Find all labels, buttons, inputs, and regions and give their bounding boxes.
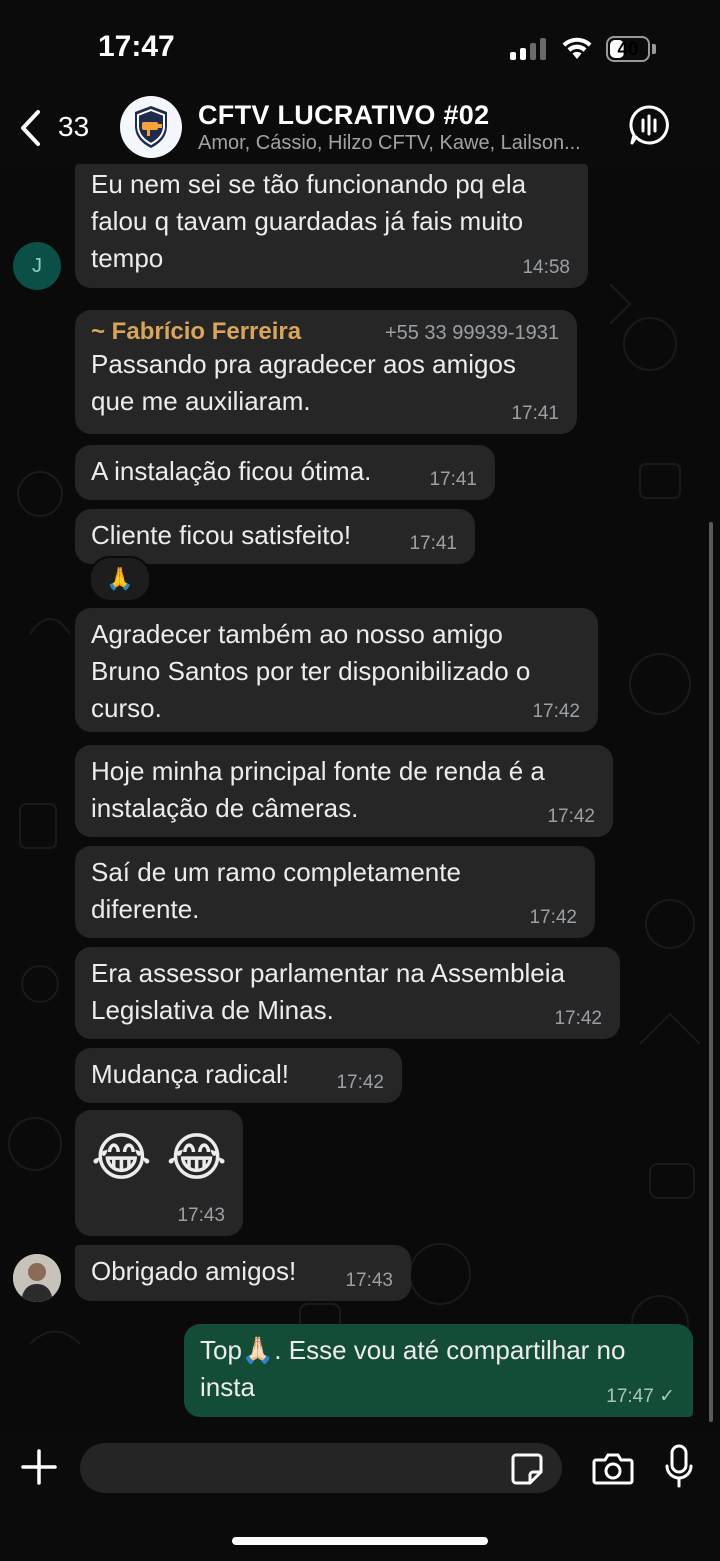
battery-icon: 40 <box>606 36 650 62</box>
security-camera-icon <box>135 106 167 148</box>
group-call-icon[interactable] <box>628 104 670 146</box>
message-bubble[interactable]: Agradecer também ao nosso amigo Bruno Sa… <box>75 608 598 732</box>
message-bubble[interactable]: Mudança radical! 17:42 <box>75 1048 402 1103</box>
message-time: 17:42 <box>529 907 577 928</box>
cellular-signal-icon <box>510 38 548 60</box>
message-bubble[interactable]: Era assessor parlamentar na Assembleia L… <box>75 947 620 1039</box>
message-text: Cliente ficou satisfeito! <box>91 520 352 550</box>
message-input[interactable] <box>80 1443 562 1493</box>
message-text: Agradecer também ao nosso amigo Bruno Sa… <box>91 619 531 723</box>
message-time: 17:42 <box>532 701 580 722</box>
message-time: 17:41 <box>511 403 559 424</box>
wifi-icon <box>562 37 592 59</box>
sticker-icon[interactable] <box>510 1452 544 1486</box>
camera-icon[interactable] <box>592 1450 634 1486</box>
message-time: 17:43 <box>177 1205 225 1226</box>
scrollbar[interactable] <box>709 522 713 1422</box>
message-text: Saí de um ramo completamente diferente. <box>91 857 461 924</box>
status-bar: 17:47 40 <box>0 0 720 96</box>
message-time: 17:41 <box>409 533 457 554</box>
message-time: 17:42 <box>547 806 595 827</box>
message-text: Passando pra agradecer aos amigos que me… <box>91 349 516 416</box>
chat-header: 33 CFTV LUCRATIVO #02 Amor, Cássio, Hilz… <box>0 96 720 164</box>
group-avatar[interactable] <box>120 96 182 158</box>
message-reaction[interactable]: 🙏 <box>89 556 151 602</box>
unread-count[interactable]: 33 <box>58 111 89 143</box>
message-text: Hoje minha principal fonte de renda é a … <box>91 756 545 823</box>
message-bubble[interactable]: Eu nem sei se tão funcionando pq ela fal… <box>75 164 588 288</box>
message-bubble[interactable]: ~ Fabrício Ferreira +55 33 99939-1931 Pa… <box>75 310 577 434</box>
group-name[interactable]: CFTV LUCRATIVO #02 <box>198 100 489 131</box>
message-bubble[interactable]: 😂 😂 17:43 <box>75 1110 243 1236</box>
message-time-read: 17:47 ✓ <box>606 1386 675 1407</box>
message-bubble[interactable]: Saí de um ramo completamente diferente. … <box>75 846 595 938</box>
outgoing-message-bubble[interactable]: Top🙏🏻. Esse vou até compartilhar no inst… <box>184 1324 693 1417</box>
message-bubble[interactable]: Hoje minha principal fonte de renda é a … <box>75 745 613 837</box>
message-time: 17:43 <box>345 1270 393 1291</box>
chat-area[interactable]: J Eu nem sei se tão funcionando pq ela f… <box>0 164 720 1430</box>
group-members[interactable]: Amor, Cássio, Hilzo CFTV, Kawe, Lailson.… <box>198 132 603 155</box>
message-bubble[interactable]: Obrigado amigos! 17:43 <box>75 1245 411 1301</box>
message-text: Era assessor parlamentar na Assembleia L… <box>91 958 566 1025</box>
battery-level: 40 <box>617 39 639 60</box>
plus-icon[interactable] <box>20 1448 58 1486</box>
message-time: 17:42 <box>336 1072 384 1093</box>
status-time: 17:47 <box>98 30 175 63</box>
back-chevron-icon[interactable] <box>16 108 46 148</box>
message-bubble[interactable]: A instalação ficou ótima. 17:41 <box>75 445 495 500</box>
message-time: 17:41 <box>429 469 477 490</box>
sender-avatar[interactable] <box>13 1254 61 1302</box>
message-time: 17:42 <box>554 1008 602 1029</box>
message-text: Eu nem sei se tão funcionando pq ela fal… <box>91 169 527 273</box>
message-emoji: 😂 😂 <box>91 1129 227 1187</box>
message-text: A instalação ficou ótima. <box>91 456 372 486</box>
message-time: 14:58 <box>522 257 570 278</box>
composer-bar <box>0 1430 720 1561</box>
sender-phone: +55 33 99939-1931 <box>384 322 559 344</box>
home-indicator[interactable] <box>232 1537 488 1545</box>
sender-avatar[interactable]: J <box>13 242 61 290</box>
microphone-icon[interactable] <box>664 1444 694 1490</box>
